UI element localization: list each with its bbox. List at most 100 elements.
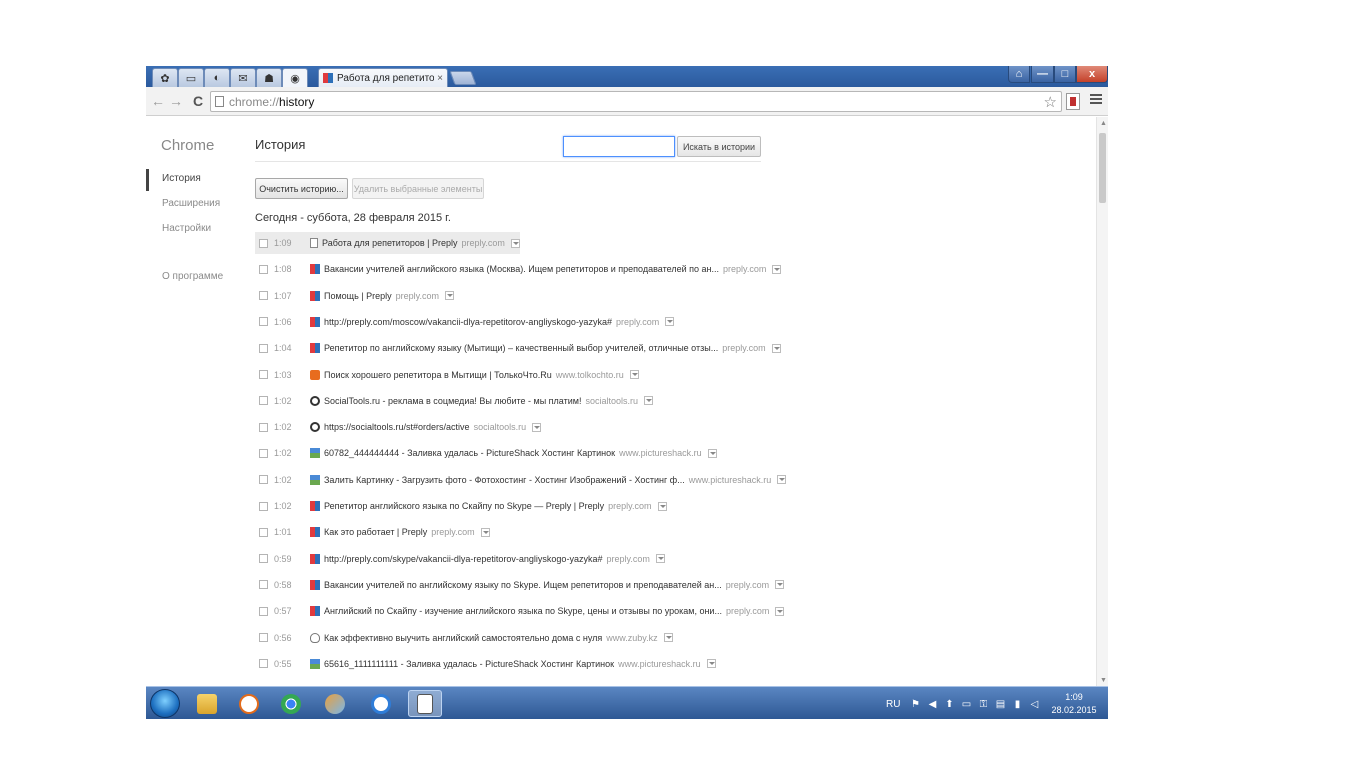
- entry-title-link[interactable]: SocialTools.ru - реклама в соцмедиа! Вы …: [324, 396, 581, 406]
- pinned-tab-gear[interactable]: ✿: [152, 68, 178, 87]
- language-indicator[interactable]: RU: [886, 699, 900, 710]
- extension-icon[interactable]: [1066, 93, 1080, 110]
- entry-checkbox[interactable]: [259, 396, 268, 406]
- history-entry[interactable]: 1:02 SocialTools.ru - реклама в соцмедиа!…: [255, 390, 653, 412]
- address-bar[interactable]: chrome://history ☆: [210, 91, 1062, 112]
- entry-title-link[interactable]: Английский по Скайпу - изучение английск…: [324, 606, 722, 616]
- history-entry[interactable]: 1:03 Поиск хорошего репетитора в Мытищи |…: [255, 364, 639, 386]
- entry-checkbox[interactable]: [259, 343, 268, 353]
- star-icon[interactable]: ☆: [1044, 93, 1057, 111]
- taskbar-explorer[interactable]: [190, 690, 224, 717]
- entry-title-link[interactable]: Как эффективно выучить английский самост…: [324, 633, 602, 643]
- entry-checkbox[interactable]: [259, 501, 268, 511]
- entry-title-link[interactable]: https://socialtools.ru/st#orders/active: [324, 422, 470, 432]
- taskbar-paint[interactable]: [318, 690, 352, 717]
- sidebar-item-extensions[interactable]: Расширения: [162, 198, 220, 209]
- entry-menu-dropdown[interactable]: [657, 501, 667, 511]
- entry-checkbox[interactable]: [259, 659, 268, 669]
- clear-history-button[interactable]: Очистить историю...: [255, 178, 348, 199]
- close-button[interactable]: x: [1076, 66, 1108, 83]
- entry-checkbox[interactable]: [259, 291, 268, 301]
- entry-title-link[interactable]: Вакансии учителей английского языка (Мос…: [324, 264, 719, 274]
- entry-checkbox[interactable]: [259, 580, 268, 590]
- user-icon[interactable]: ⌂: [1008, 66, 1030, 83]
- entry-menu-dropdown[interactable]: [444, 291, 454, 301]
- maximize-button[interactable]: □: [1054, 66, 1076, 83]
- speaker-icon[interactable]: ◀: [927, 699, 937, 710]
- history-entry[interactable]: 1:07 Помощь | Preply preply.com: [255, 285, 454, 307]
- entry-checkbox[interactable]: [259, 370, 268, 379]
- clipboard-icon[interactable]: ▤: [995, 699, 1005, 710]
- scroll-down-icon[interactable]: ▼: [1100, 677, 1107, 684]
- flag-icon[interactable]: ⚑: [910, 699, 920, 710]
- history-entry[interactable]: 1:06 http://preply.com/moscow/vakancii-dl…: [255, 311, 675, 333]
- history-entry[interactable]: 1:09 Работа для репетиторов | Preply prepl…: [255, 232, 520, 254]
- sidebar-item-history[interactable]: История: [162, 173, 201, 184]
- entry-title-link[interactable]: Поиск хорошего репетитора в Мытищи | Тол…: [324, 370, 552, 380]
- entry-title-link[interactable]: 60782_444444444 - Заливка удалась - Pict…: [324, 448, 615, 458]
- entry-checkbox[interactable]: [259, 554, 268, 564]
- history-entry[interactable]: 0:59 http://preply.com/skype/vakancii-dly…: [255, 548, 665, 570]
- entry-checkbox[interactable]: [259, 633, 268, 642]
- entry-checkbox[interactable]: [259, 475, 268, 485]
- entry-menu-dropdown[interactable]: [665, 317, 675, 327]
- network-icon[interactable]: ⚿: [978, 699, 988, 710]
- sidebar-item-settings[interactable]: Настройки: [162, 223, 211, 234]
- history-entry[interactable]: 1:02 https://socialtools.ru/st#orders/act…: [255, 416, 542, 438]
- entry-checkbox[interactable]: [259, 264, 268, 274]
- entry-title-link[interactable]: http://preply.com/skype/vakancii-dlya-re…: [324, 554, 602, 564]
- entry-checkbox[interactable]: [259, 448, 268, 458]
- tab-active[interactable]: Работа для репетиторов ×: [318, 68, 448, 87]
- pinned-tab-mail[interactable]: ✉: [230, 68, 256, 87]
- taskbar-chrome[interactable]: [274, 690, 308, 717]
- entry-title-link[interactable]: Как это работает | Preply: [324, 527, 427, 537]
- entry-menu-dropdown[interactable]: [655, 554, 665, 564]
- entry-title-link[interactable]: Работа для репетиторов | Preply: [322, 238, 457, 248]
- scrollbar[interactable]: ▲ ▼: [1096, 117, 1108, 686]
- entry-menu-dropdown[interactable]: [707, 448, 717, 458]
- entry-title-link[interactable]: Залить Картинку - Загрузить фото - Фотох…: [324, 475, 685, 485]
- history-entry[interactable]: 1:08 Вакансии учителей английского языка …: [255, 258, 782, 280]
- start-button[interactable]: [150, 689, 180, 718]
- entry-menu-dropdown[interactable]: [706, 659, 716, 669]
- menu-icon[interactable]: [1090, 94, 1102, 106]
- history-entry[interactable]: 0:57 Английский по Скайпу - изучение англ…: [255, 600, 785, 622]
- entry-checkbox[interactable]: [259, 422, 268, 432]
- entry-menu-dropdown[interactable]: [777, 475, 787, 485]
- entry-menu-dropdown[interactable]: [663, 633, 673, 642]
- entry-title-link[interactable]: Репетитор английского языка по Скайпу по…: [324, 501, 604, 511]
- sidebar-item-about[interactable]: О программе: [162, 271, 223, 282]
- minimize-button[interactable]: —: [1031, 66, 1054, 83]
- search-input[interactable]: [563, 136, 675, 157]
- search-history-button[interactable]: Искать в истории: [677, 136, 761, 157]
- entry-title-link[interactable]: Помощь | Preply: [324, 291, 392, 301]
- entry-checkbox[interactable]: [259, 606, 268, 616]
- entry-checkbox[interactable]: [259, 317, 268, 327]
- entry-title-link[interactable]: 65616_1111111111 - Заливка удалась - Pic…: [324, 659, 614, 669]
- reload-button[interactable]: C: [190, 93, 206, 109]
- history-entry[interactable]: 1:04 Репетитор по английскому языку (Мыти…: [255, 337, 781, 359]
- taskbar-internet-explorer[interactable]: [364, 690, 398, 717]
- entry-title-link[interactable]: http://preply.com/moscow/vakancii-dlya-r…: [324, 317, 612, 327]
- pinned-tab-social[interactable]: ◉: [282, 68, 308, 87]
- entry-menu-dropdown[interactable]: [510, 238, 520, 248]
- entry-menu-dropdown[interactable]: [480, 527, 490, 537]
- taskbar-document[interactable]: [408, 690, 442, 717]
- entry-menu-dropdown[interactable]: [775, 606, 785, 616]
- entry-menu-dropdown[interactable]: [644, 396, 653, 406]
- forward-button[interactable]: →: [168, 93, 184, 109]
- history-entry[interactable]: 1:02 60782_444444444 - Заливка удалась - …: [255, 442, 717, 464]
- pinned-tab-bird[interactable]: ☗: [256, 68, 282, 87]
- clock[interactable]: 1:09 28.02.2015: [1046, 691, 1102, 717]
- history-entry[interactable]: 1:02 Репетитор английского языка по Скайп…: [255, 495, 667, 517]
- tab-close-icon[interactable]: ×: [437, 73, 443, 84]
- pinned-tab-folder[interactable]: ▭: [178, 68, 204, 87]
- upload-icon[interactable]: ⬆: [944, 699, 954, 710]
- history-entry[interactable]: 1:01 Как это работает | Preply preply.com: [255, 521, 490, 543]
- history-entry[interactable]: 0:56 Как эффективно выучить английский са…: [255, 627, 673, 649]
- entry-menu-dropdown[interactable]: [532, 422, 542, 432]
- signal-icon[interactable]: ▮: [1012, 699, 1022, 710]
- entry-menu-dropdown[interactable]: [771, 343, 781, 353]
- monitor-icon[interactable]: ▭: [961, 699, 971, 710]
- history-entry[interactable]: 1:02 Залить Картинку - Загрузить фото - Ф…: [255, 469, 787, 491]
